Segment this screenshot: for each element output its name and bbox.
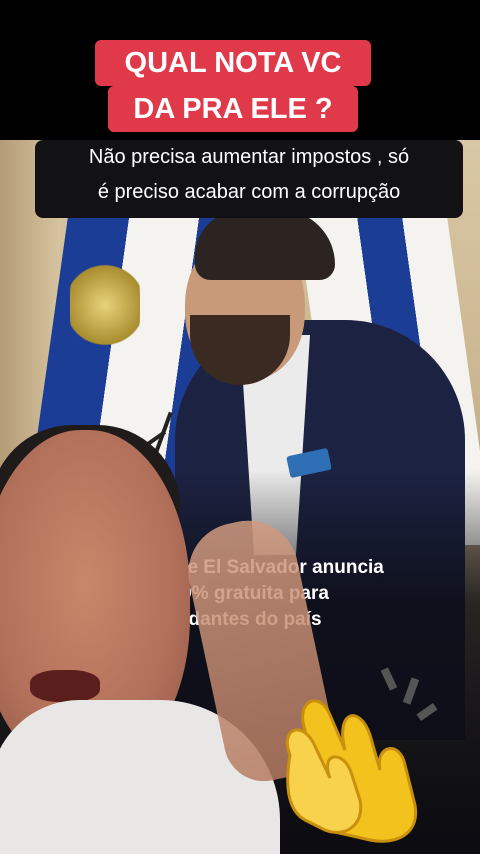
clapping-hands-icon [285, 667, 438, 843]
speaker-hair [195, 210, 335, 280]
subtitle-box: Não precisa aumentar impostos , só é pre… [35, 140, 463, 218]
subtitle-line-2: é preciso acabar com a corrupção [97, 181, 401, 203]
presenter-mouth [30, 670, 100, 702]
caption-question: QUAL NOTA VC DA PRA ELE ? [95, 40, 371, 140]
subtitle-line-1: Não precisa aumentar impostos , só [88, 146, 410, 168]
video-frame[interactable]: e de El Salvador anuncia 100% gratuita p… [0, 0, 480, 854]
caption-line-2: DA PRA ELE ? [108, 86, 358, 132]
flag-crest [70, 250, 140, 360]
caption-line-1: QUAL NOTA VC [95, 40, 371, 86]
